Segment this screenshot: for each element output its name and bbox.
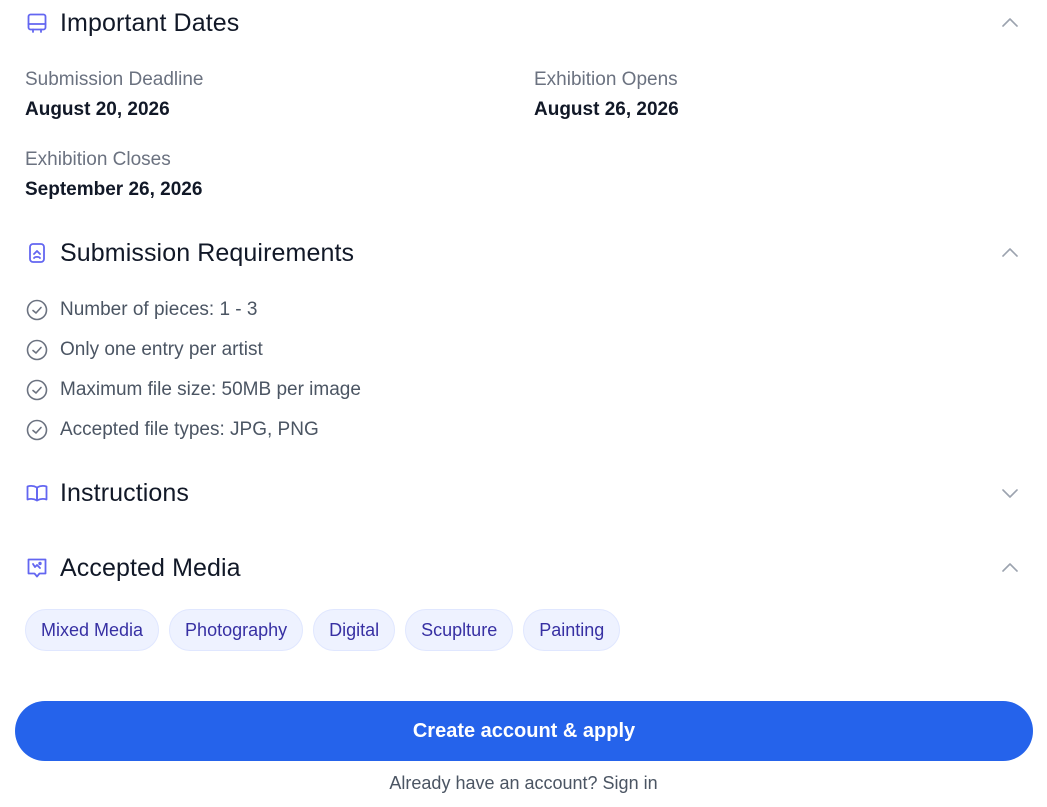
chevron-down-icon[interactable] xyxy=(998,481,1022,505)
media-chip-photography: Photography xyxy=(169,609,304,651)
badge-icon xyxy=(25,241,49,265)
date-value: August 26, 2026 xyxy=(534,99,679,120)
requirement-item: Accepted file types: JPG, PNG xyxy=(25,418,319,442)
check-circle-icon xyxy=(25,298,49,322)
chevron-up-icon[interactable] xyxy=(998,241,1022,265)
media-chip-mixed-media: Mixed Media xyxy=(25,609,160,651)
media-chips: Mixed Media Photography Digital Scupltur… xyxy=(25,609,621,651)
media-chip-painting: Painting xyxy=(523,609,621,651)
date-exhibition-opens: Exhibition Opens August 26, 2026 xyxy=(534,69,679,121)
requirement-text: Maximum file size: 50MB per image xyxy=(60,379,361,400)
media-chip-sculpture: Scuplture xyxy=(405,609,514,651)
submission-requirements-header[interactable]: Submission Requirements xyxy=(25,237,1022,269)
create-account-apply-button[interactable]: Create account & apply xyxy=(15,701,1033,761)
page: Important Dates Submission Deadline Augu… xyxy=(0,0,1047,807)
media-chip-digital: Digital xyxy=(313,609,396,651)
important-dates-header[interactable]: Important Dates xyxy=(25,7,1022,39)
section-title-submission-requirements: Submission Requirements xyxy=(60,238,355,267)
date-value: August 20, 2026 xyxy=(25,99,170,120)
date-value: September 26, 2026 xyxy=(25,179,203,200)
calendar-icon xyxy=(25,11,49,35)
date-exhibition-closes: Exhibition Closes September 26, 2026 xyxy=(25,149,202,201)
accepted-media-header[interactable]: Accepted Media xyxy=(25,552,1022,584)
requirement-text: Accepted file types: JPG, PNG xyxy=(60,419,319,440)
chevron-up-icon[interactable] xyxy=(998,556,1022,580)
check-circle-icon xyxy=(25,418,49,442)
section-title-important-dates: Important Dates xyxy=(60,8,240,37)
date-label: Exhibition Closes xyxy=(25,149,171,170)
section-title-instructions: Instructions xyxy=(60,478,190,507)
requirement-text: Only one entry per artist xyxy=(60,339,263,360)
requirement-text: Number of pieces: 1 - 3 xyxy=(60,299,258,320)
sign-in-link[interactable]: Already have an account? Sign in xyxy=(0,773,1047,794)
date-label: Exhibition Opens xyxy=(534,69,678,90)
chevron-up-icon[interactable] xyxy=(998,11,1022,35)
date-label: Submission Deadline xyxy=(25,69,204,90)
requirement-item: Only one entry per artist xyxy=(25,338,263,362)
check-circle-icon xyxy=(25,378,49,402)
check-circle-icon xyxy=(25,338,49,362)
section-title-accepted-media: Accepted Media xyxy=(60,553,241,582)
book-open-icon xyxy=(25,481,49,505)
instructions-header[interactable]: Instructions xyxy=(25,477,1022,509)
image-frame-icon xyxy=(25,556,49,580)
requirement-item: Maximum file size: 50MB per image xyxy=(25,378,361,402)
date-submission-deadline: Submission Deadline August 20, 2026 xyxy=(25,69,204,121)
requirement-item: Number of pieces: 1 - 3 xyxy=(25,298,257,322)
